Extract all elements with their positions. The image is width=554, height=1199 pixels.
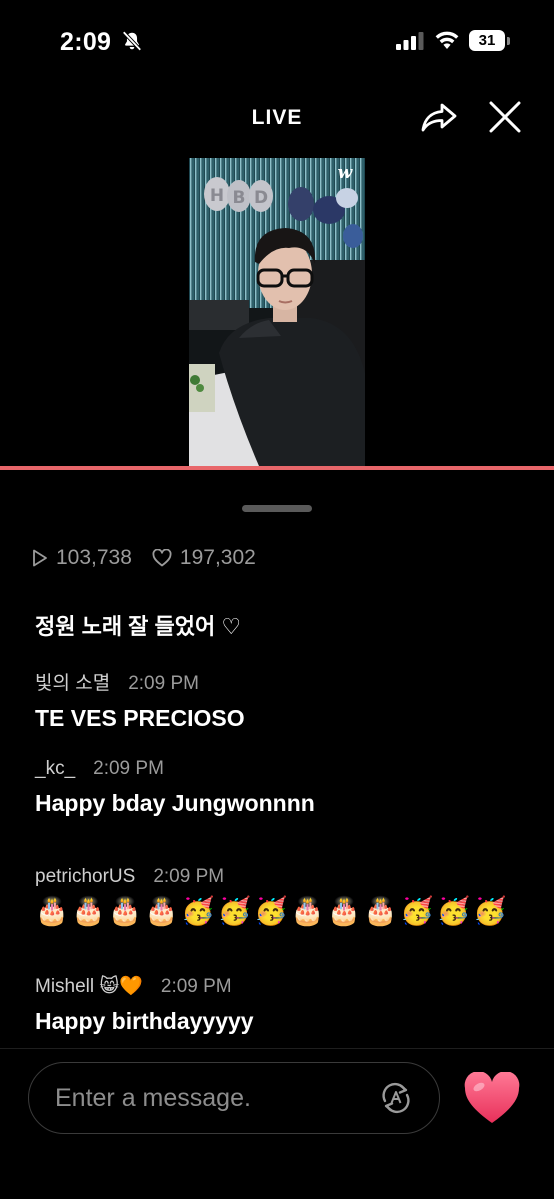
heart-icon[interactable]: [463, 1072, 521, 1126]
views-stat: 103,738: [32, 546, 132, 570]
views-count: 103,738: [56, 546, 132, 569]
chat-timestamp: 2:09 PM: [160, 976, 232, 997]
chat-username: 빛의 소멸: [35, 673, 111, 694]
chat-message-text: Happy birthdayyyyy: [35, 1008, 254, 1034]
composer-divider: [0, 1048, 554, 1049]
chat-message-text: 정원 노래 잘 들었어 ♡: [35, 614, 242, 639]
chat-message: 정원 노래 잘 들었어 ♡: [35, 609, 535, 641]
likes-stat: 197,302: [152, 546, 256, 570]
balloon-letter: D: [254, 188, 268, 208]
video-progress-fill: [0, 466, 554, 470]
wifi-icon: [435, 31, 459, 49]
live-stats: 103,738 197,302: [32, 543, 276, 573]
chat-username: petrichorUS: [35, 866, 136, 887]
chat-emoji: 🎂: [71, 896, 106, 927]
message-input[interactable]: [55, 1063, 375, 1133]
live-title: LIVE: [251, 106, 303, 129]
chat-emoji: 🎂: [35, 896, 69, 927]
share-icon[interactable]: [418, 96, 460, 138]
battery-icon: 31: [469, 30, 505, 51]
bell-slash-icon: [122, 31, 142, 51]
chat-emoji: 🎂: [363, 896, 398, 927]
chat-timestamp: 2:09 PM: [153, 866, 225, 887]
status-bar: 2:09 31: [0, 0, 554, 86]
video-progress-bar[interactable]: [0, 466, 554, 470]
battery-nub: [507, 37, 510, 45]
chat-message-text: Happy bday Jungwonnnn: [35, 790, 315, 816]
chat-message: _kc_ 2:09 PM Happy bday Jungwonnnn: [35, 758, 535, 817]
watermark-logo: w: [338, 163, 354, 183]
status-time: 2:09: [60, 28, 112, 56]
live-video[interactable]: H B D w: [189, 158, 365, 466]
sheet-drag-handle[interactable]: [242, 505, 312, 512]
chat-username: _kc_: [35, 758, 76, 779]
chat-emoji: 🎂: [327, 896, 361, 927]
chat-emoji: 🎂: [108, 896, 142, 927]
chat-list[interactable]: 정원 노래 잘 들었어 ♡ 빛의 소멸 2:09 PM TE VES PRECIO…: [0, 591, 554, 1048]
likes-count: 197,302: [179, 546, 256, 569]
translate-icon[interactable]: [379, 1081, 413, 1115]
heart-outline-icon: [152, 549, 172, 567]
chat-emoji-row: 🎂 🎂 🎂 🎂 🥳 🥳 🥳 🎂 🎂 🎂 🥳 🥳 🥳: [35, 896, 535, 928]
balloon-letter: B: [233, 188, 246, 208]
chat-message: Mishell 😸🧡 2:09 PM Happy birthdayyyyy: [35, 974, 535, 1035]
signal-icon: [396, 32, 424, 50]
chat-emoji: 🎂: [144, 896, 179, 927]
chat-timestamp: 2:09 PM: [93, 758, 164, 779]
message-composer[interactable]: [28, 1062, 440, 1134]
chat-emoji: 🥳: [436, 896, 471, 927]
video-frame: H B D w: [189, 158, 365, 466]
chat-username: Mishell 😸🧡: [35, 976, 143, 997]
chat-emoji: 🥳: [400, 896, 434, 927]
chat-emoji: 🥳: [181, 896, 215, 927]
chat-emoji: 🎂: [290, 896, 325, 927]
chat-timestamp: 2:09 PM: [128, 673, 199, 694]
chat-message: petrichorUS 2:09 PM 🎂 🎂 🎂 🎂 🥳 🥳 🥳 🎂 🎂 🎂 🥳 🥳 🥳: [35, 866, 535, 928]
chat-message-text: TE VES PRECIOSO: [35, 705, 245, 731]
chat-message: 빛의 소멸 2:09 PM TE VES PRECIOSO: [35, 668, 535, 732]
chat-emoji: 🥳: [473, 896, 507, 927]
play-icon: [33, 549, 47, 567]
close-icon[interactable]: [487, 99, 523, 135]
balloon-letter: H: [210, 186, 224, 206]
chat-emoji: 🥳: [254, 896, 288, 927]
chat-emoji: 🥳: [217, 896, 252, 927]
